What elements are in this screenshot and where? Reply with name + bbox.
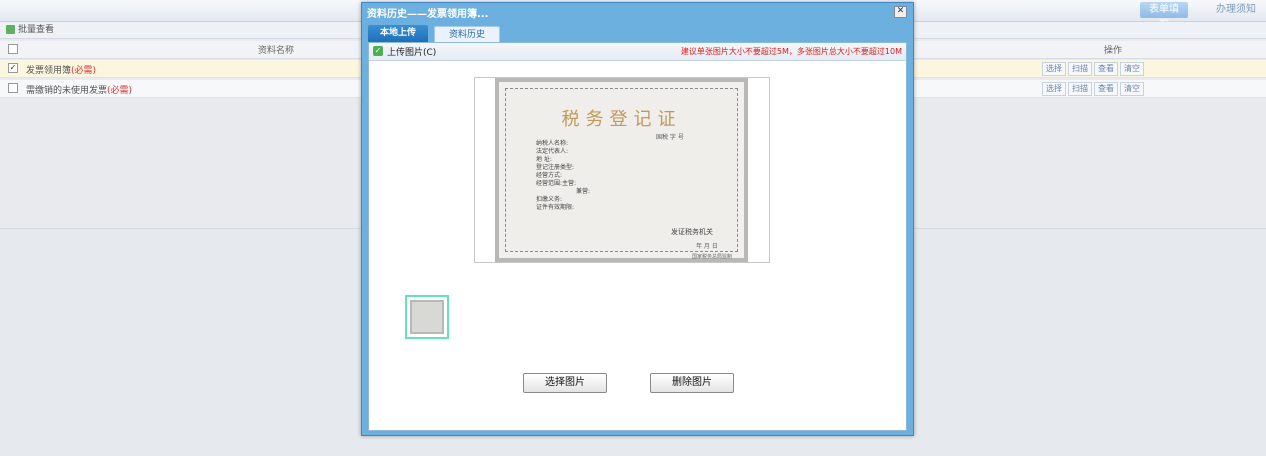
row-checkbox[interactable]: ✓ xyxy=(8,63,18,73)
select-all-checkbox[interactable] xyxy=(8,44,18,54)
batch-view-title[interactable]: 批量查看 xyxy=(18,23,54,37)
upload-panel-header: ✓ 上传图片(C) 建议单张图片大小不要超过5M，多张图片总大小不要超过10M xyxy=(369,43,906,61)
choose-image-button[interactable]: 选择图片 xyxy=(523,373,607,393)
size-warning: 建议单张图片大小不要超过5M，多张图片总大小不要超过10M xyxy=(680,47,902,56)
certificate-title: 税务登记证 xyxy=(561,109,682,130)
row-actions: 选择 扫描 查看 清空 xyxy=(1042,61,1146,76)
certificate-number: 国税 字 号 xyxy=(656,134,684,141)
row-label: 发票领用簿(必需) xyxy=(26,66,97,76)
certificate-footer: 国家税务总局监制 xyxy=(692,254,733,260)
image-thumbnail[interactable] xyxy=(405,295,449,339)
certificate-date: 年 月 日 xyxy=(696,243,718,250)
row-label: 需缴销的未使用发票(必需) xyxy=(26,86,133,96)
delete-image-button[interactable]: 删除图片 xyxy=(650,373,734,393)
required-badge: (必需) xyxy=(71,66,97,76)
choose-action-button[interactable]: 选择 xyxy=(1042,62,1066,76)
clear-action-button[interactable]: 清空 xyxy=(1120,62,1144,76)
certificate-issuer: 发证税务机关 xyxy=(671,228,713,236)
tab-local-upload[interactable]: 本地上传 xyxy=(368,25,428,42)
thumbnail-image xyxy=(410,300,444,334)
image-preview: 税务登记证 国税 字 号 纳税人名称: 法定代表人: 地 址: 登记注册类型: … xyxy=(474,77,770,263)
history-dialog: 资料历史——发票领用簿... ✕ 本地上传 资料历史 ✓ 上传图片(C) 建议单… xyxy=(361,2,914,436)
column-ops-header: 操作 xyxy=(1104,46,1123,56)
batch-view-icon xyxy=(6,25,15,34)
checkmark-icon: ✓ xyxy=(373,46,383,56)
close-icon[interactable]: ✕ xyxy=(894,6,907,18)
upload-panel: ✓ 上传图片(C) 建议单张图片大小不要超过5M，多张图片总大小不要超过10M … xyxy=(368,42,907,431)
view-action-button[interactable]: 查看 xyxy=(1094,62,1118,76)
scan-action-button[interactable]: 扫描 xyxy=(1068,62,1092,76)
certificate-fields: 纳税人名称: 法定代表人: 地 址: 登记注册类型: 经营方式: 经营范围:主营… xyxy=(536,140,591,211)
upload-image-label[interactable]: 上传图片(C) xyxy=(387,45,436,58)
scan-action-button[interactable]: 扫描 xyxy=(1068,82,1092,96)
tab-handling-notice[interactable]: 办理须知 xyxy=(1208,2,1264,18)
required-badge: (必需) xyxy=(107,86,133,96)
clear-action-button[interactable]: 清空 xyxy=(1120,82,1144,96)
tab-form-fill[interactable]: 表单填写 xyxy=(1140,2,1188,31)
column-name-header: 资料名称 xyxy=(258,46,295,56)
row-checkbox[interactable] xyxy=(8,83,18,93)
tab-document-history[interactable]: 资料历史 xyxy=(434,26,500,43)
tax-certificate-image: 税务登记证 国税 字 号 纳税人名称: 法定代表人: 地 址: 登记注册类型: … xyxy=(495,78,748,262)
choose-action-button[interactable]: 选择 xyxy=(1042,82,1066,96)
dialog-title: 资料历史——发票领用簿... xyxy=(367,9,489,20)
row-actions: 选择 扫描 查看 清空 xyxy=(1042,81,1146,96)
view-action-button[interactable]: 查看 xyxy=(1094,82,1118,96)
